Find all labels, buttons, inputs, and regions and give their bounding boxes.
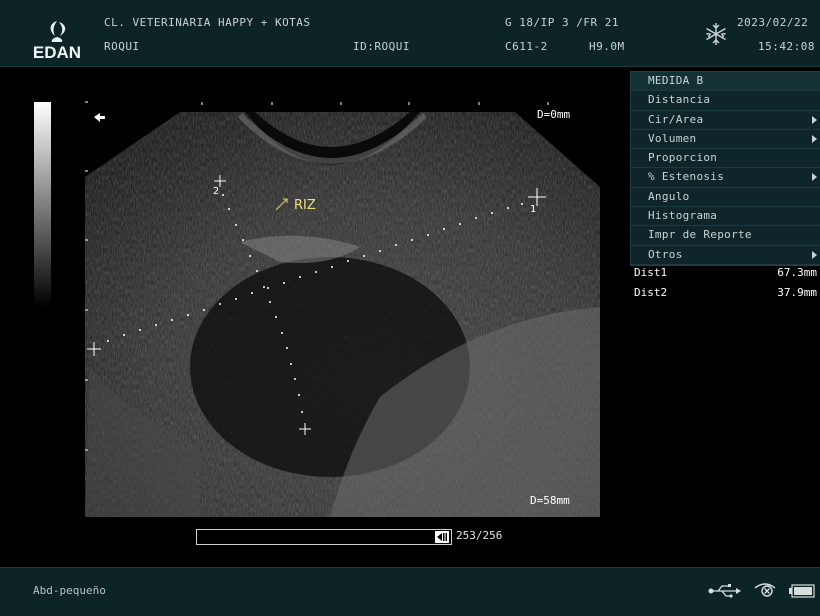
measurement-name: Dist1 xyxy=(634,266,668,279)
status-bar: Abd-pequeño xyxy=(0,567,820,616)
network-icon xyxy=(754,583,776,597)
menu-item-distancia[interactable]: Distancia xyxy=(631,91,820,111)
ultrasound-canvas[interactable]: 1 2 RIZ D=0mm D=58mm xyxy=(0,67,626,567)
menu-item-medida-b[interactable]: MEDIDA B xyxy=(631,72,820,92)
ultrasound-image-area[interactable]: 1 2 RIZ D=0mm D=58mm 253/256 xyxy=(0,67,626,567)
menu-item-otros[interactable]: Otros xyxy=(631,246,820,265)
caliper-label-2: 2 xyxy=(213,186,219,197)
frequency: H9.0M xyxy=(589,40,625,53)
submenu-arrow-icon xyxy=(812,250,817,259)
orientation-arrow-icon xyxy=(94,113,105,122)
menu-item-label: Volumen xyxy=(648,131,697,145)
time: 15:42:08 xyxy=(758,40,815,53)
measurement-row: Dist2 37.9mm xyxy=(634,286,817,299)
date: 2023/02/22 xyxy=(737,16,809,29)
menu-item-cir-area[interactable]: Cir/Area xyxy=(631,111,820,130)
grayscale-bar xyxy=(34,102,51,307)
measurement-name: Dist2 xyxy=(634,286,668,299)
menu-item-label: Impr de Reporte xyxy=(648,228,752,242)
cine-progress-bar[interactable] xyxy=(196,529,452,545)
menu-item-volumen[interactable]: Volumen xyxy=(631,130,820,150)
menu-item-label: Distancia xyxy=(648,93,711,107)
svg-text:EDAN: EDAN xyxy=(33,43,81,60)
menu-item-proporcion[interactable]: Proporcion xyxy=(631,149,820,169)
submenu-arrow-icon xyxy=(812,134,817,143)
cine-handle-icon[interactable] xyxy=(435,531,449,543)
menu-item-estenosis[interactable]: % Estenosis xyxy=(631,168,820,188)
measurement-panel: MEDIDA B Distancia Cir/Area Volumen Proporci… xyxy=(627,67,820,567)
depth-top-label: D=0mm xyxy=(537,108,570,121)
menu-item-label: MEDIDA B xyxy=(648,74,704,87)
depth-bottom-label: D=58mm xyxy=(530,494,570,507)
exam-preset[interactable]: Abd-pequeño xyxy=(33,584,106,597)
submenu-arrow-icon xyxy=(812,173,817,182)
menu-item-label: Otros xyxy=(648,247,683,261)
ultrasound-sector xyxy=(85,112,600,517)
menu-item-label: Proporcion xyxy=(648,151,718,165)
menu-item-impr-de-reporte[interactable]: Impr de Reporte xyxy=(631,226,820,246)
edan-logo: EDAN xyxy=(33,21,81,60)
measurement-row: Dist1 67.3mm xyxy=(634,266,817,279)
header-bar: EDAN CL. VETERINARIA HAPPY + KOTAS ROQUI… xyxy=(0,0,820,67)
cine-progress-track xyxy=(435,531,449,543)
menu-item-label: % Estenosis xyxy=(648,170,725,184)
battery-icon xyxy=(789,584,815,598)
measurement-value: 37.9mm xyxy=(777,286,817,299)
gain-readout: G 18/IP 3 /FR 21 xyxy=(505,16,619,29)
submenu-arrow-icon xyxy=(812,115,817,124)
patient-name: ROQUI xyxy=(104,40,140,53)
caliper-label-1: 1 xyxy=(530,204,536,215)
menu-item-label: Angulo xyxy=(648,189,690,203)
probe-name: C611-2 xyxy=(505,40,548,53)
cine-frame-counter: 253/256 xyxy=(456,529,503,542)
patient-id: ID:ROQUI xyxy=(353,40,410,53)
usb-icon xyxy=(708,584,741,598)
clinic-name: CL. VETERINARIA HAPPY + KOTAS xyxy=(104,16,311,29)
measurement-menu: MEDIDA B Distancia Cir/Area Volumen Proporci… xyxy=(630,71,820,266)
menu-item-label: Histograma xyxy=(648,209,718,223)
measurement-value: 67.3mm xyxy=(777,266,817,279)
menu-item-histograma[interactable]: Histograma xyxy=(631,207,820,227)
snowflake-icon[interactable] xyxy=(704,22,728,46)
svg-text:RIZ: RIZ xyxy=(294,198,316,213)
top-scale-ticks xyxy=(85,101,549,105)
menu-item-angulo[interactable]: Angulo xyxy=(631,188,820,208)
menu-item-label: Cir/Area xyxy=(648,112,704,126)
